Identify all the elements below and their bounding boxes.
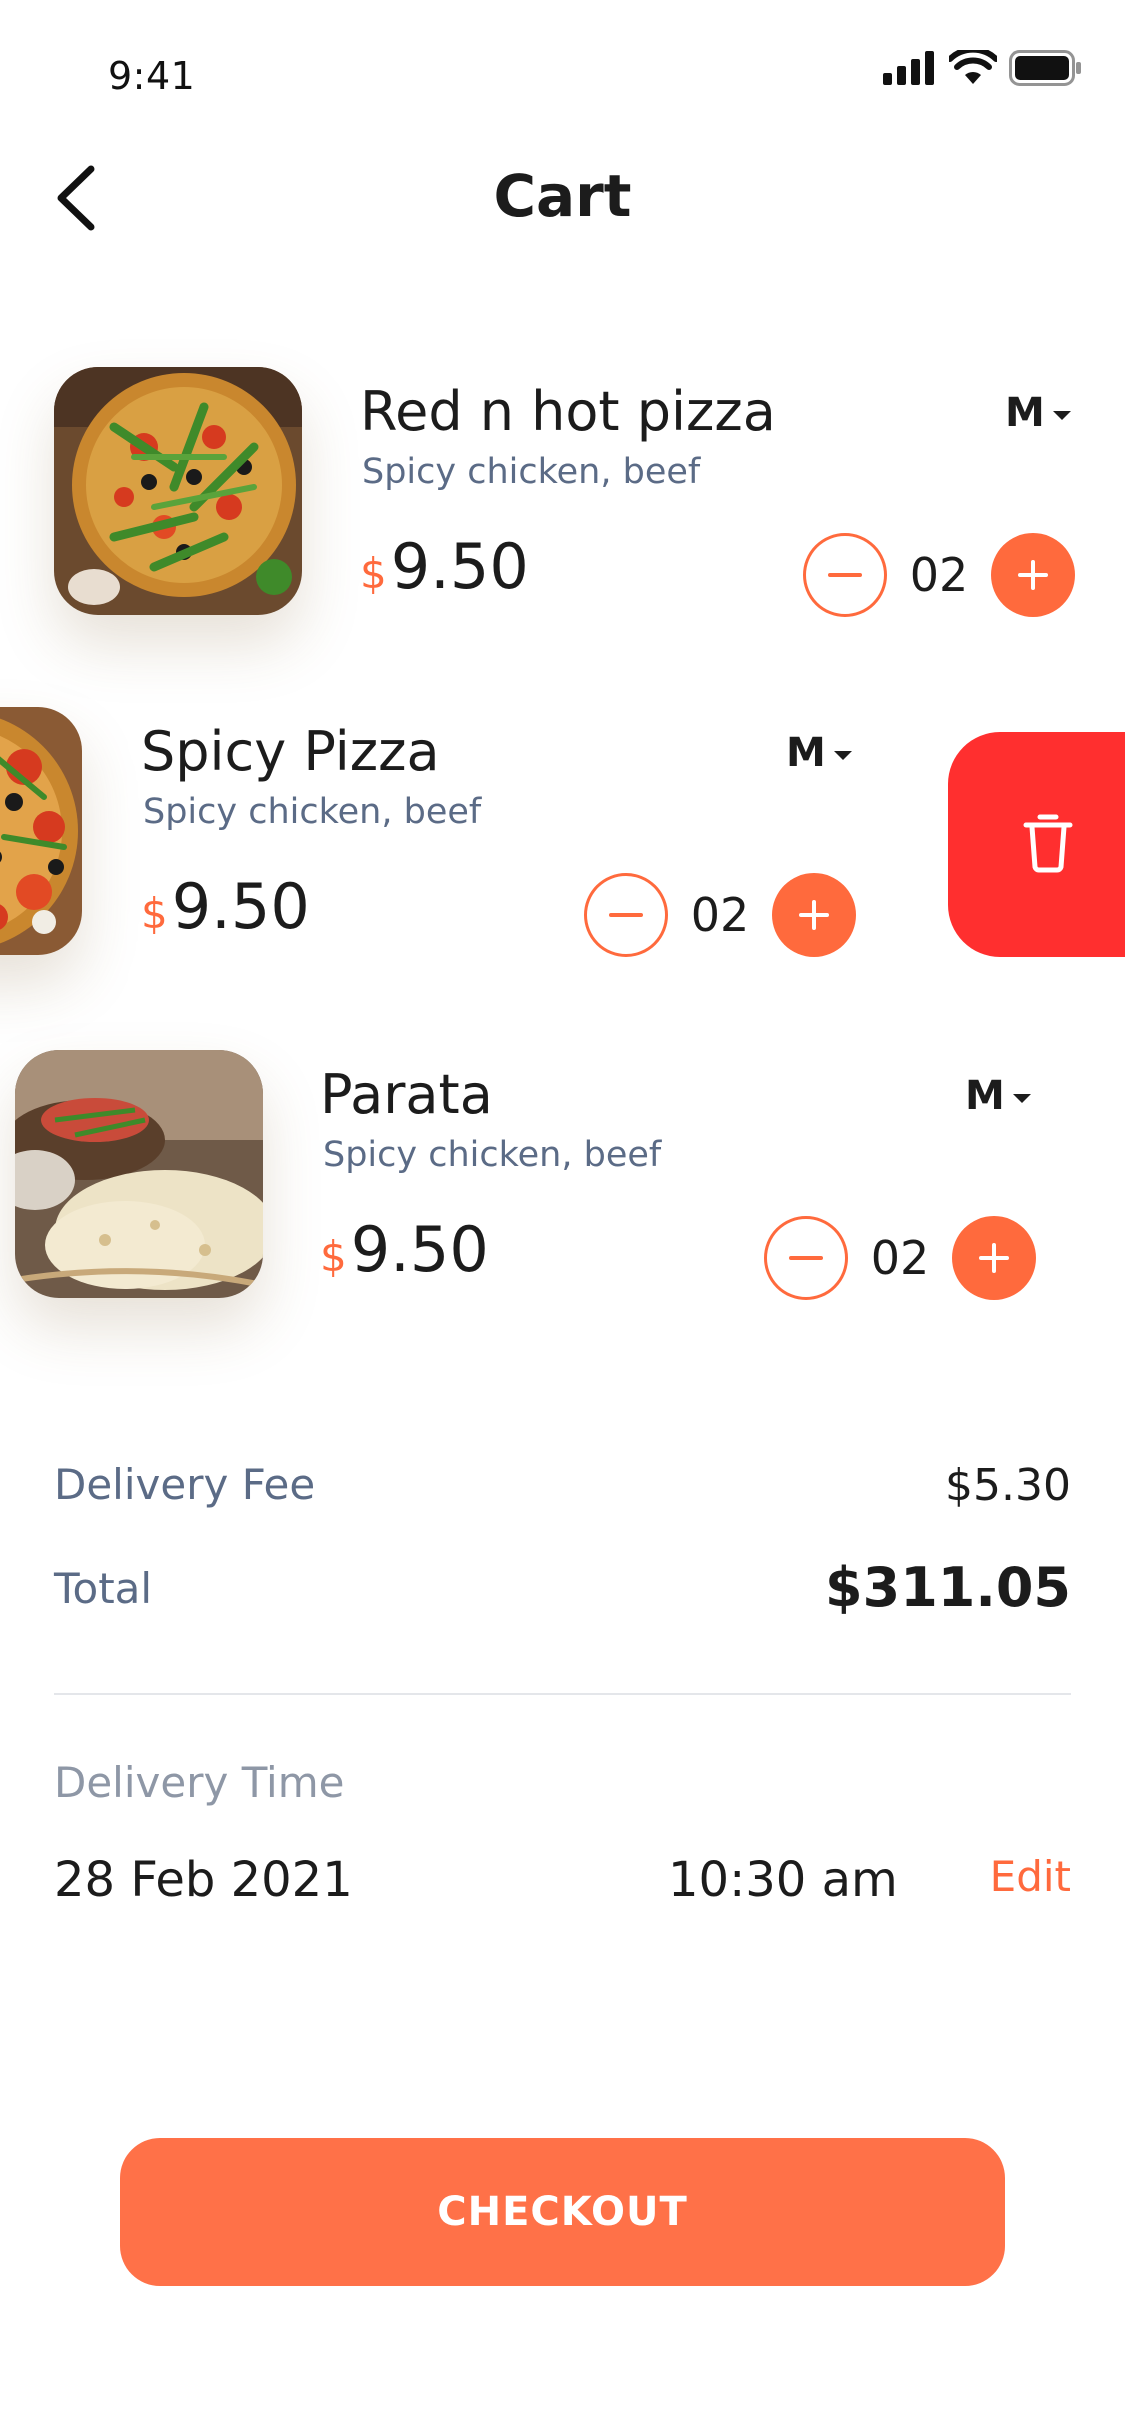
size-value: M xyxy=(965,1073,1005,1119)
item-description: Spicy chicken, beef xyxy=(143,792,482,832)
price-currency: $ xyxy=(320,1232,347,1281)
delivery-time-heading: Delivery Time xyxy=(54,1758,345,1807)
price-value: 9.50 xyxy=(350,1213,489,1286)
cart-item: Red n hot pizza Spicy chicken, beef $9.5… xyxy=(0,360,1125,640)
plus-icon xyxy=(799,900,829,930)
pepperoni-pizza-image xyxy=(0,707,82,955)
increase-quantity-button[interactable] xyxy=(991,533,1075,617)
minus-icon xyxy=(828,573,862,577)
size-select[interactable]: M xyxy=(965,1073,1031,1119)
item-price: $9.50 xyxy=(360,530,529,603)
battery-icon xyxy=(1009,50,1083,90)
quantity-value: 02 xyxy=(909,548,969,602)
trash-icon xyxy=(1023,813,1073,877)
item-name: Spicy Pizza xyxy=(141,720,440,783)
item-price: $9.50 xyxy=(320,1213,489,1286)
item-image xyxy=(15,1050,263,1298)
paratha-flatbread-image xyxy=(15,1050,263,1298)
item-name: Red n hot pizza xyxy=(360,380,776,443)
increase-quantity-button[interactable] xyxy=(952,1216,1036,1300)
delivery-fee-label: Delivery Fee xyxy=(54,1460,316,1509)
size-value: M xyxy=(1005,390,1045,436)
checkout-button[interactable]: CHECKOUT xyxy=(120,2138,1005,2286)
status-icons xyxy=(883,46,1083,90)
edit-delivery-link[interactable]: Edit xyxy=(990,1852,1071,1901)
price-value: 9.50 xyxy=(171,870,310,943)
plus-icon xyxy=(979,1243,1009,1273)
cart-item: Spicy Pizza Spicy chicken, beef $9.50 M … xyxy=(0,700,948,980)
decrease-quantity-button[interactable] xyxy=(584,873,668,957)
item-name: Parata xyxy=(320,1063,493,1126)
quantity-stepper: 02 xyxy=(584,873,856,957)
total-value: $311.05 xyxy=(825,1556,1071,1619)
decrease-quantity-button[interactable] xyxy=(764,1216,848,1300)
item-description: Spicy chicken, beef xyxy=(362,452,701,492)
status-time: 9:41 xyxy=(108,54,196,98)
size-select[interactable]: M xyxy=(1005,390,1071,436)
item-description: Spicy chicken, beef xyxy=(323,1135,662,1175)
delete-item-button[interactable] xyxy=(948,732,1125,957)
price-value: 9.50 xyxy=(390,530,529,603)
price-currency: $ xyxy=(360,549,387,598)
size-value: M xyxy=(786,730,826,776)
quantity-value: 02 xyxy=(870,1231,930,1285)
minus-icon xyxy=(789,1256,823,1260)
price-currency: $ xyxy=(141,889,168,938)
delivery-date: 28 Feb 2021 xyxy=(54,1852,353,1908)
caret-down-icon xyxy=(1052,410,1071,420)
caret-down-icon xyxy=(1012,1093,1031,1103)
pizza-arugula-image xyxy=(54,367,302,615)
size-select[interactable]: M xyxy=(786,730,852,776)
delivery-fee-value: $5.30 xyxy=(945,1460,1071,1511)
item-image xyxy=(0,707,82,955)
total-label: Total xyxy=(54,1564,153,1613)
cart-item: Parata Spicy chicken, beef $9.50 M 02 xyxy=(0,1043,1125,1323)
divider xyxy=(54,1693,1071,1695)
plus-icon xyxy=(1018,560,1048,590)
minus-icon xyxy=(609,913,643,917)
cart-screen: 9:41 Cart Red n hot pizza Spicy chicken,… xyxy=(0,0,1125,2436)
quantity-stepper: 02 xyxy=(764,1216,1036,1300)
caret-down-icon xyxy=(833,750,852,760)
quantity-value: 02 xyxy=(690,888,750,942)
delivery-time: 10:30 am xyxy=(668,1852,898,1908)
increase-quantity-button[interactable] xyxy=(772,873,856,957)
wifi-icon xyxy=(947,46,999,90)
cellular-signal-icon xyxy=(883,51,937,89)
item-image xyxy=(54,367,302,615)
quantity-stepper: 02 xyxy=(803,533,1075,617)
item-price: $9.50 xyxy=(141,870,310,943)
page-title: Cart xyxy=(493,162,632,230)
decrease-quantity-button[interactable] xyxy=(803,533,887,617)
